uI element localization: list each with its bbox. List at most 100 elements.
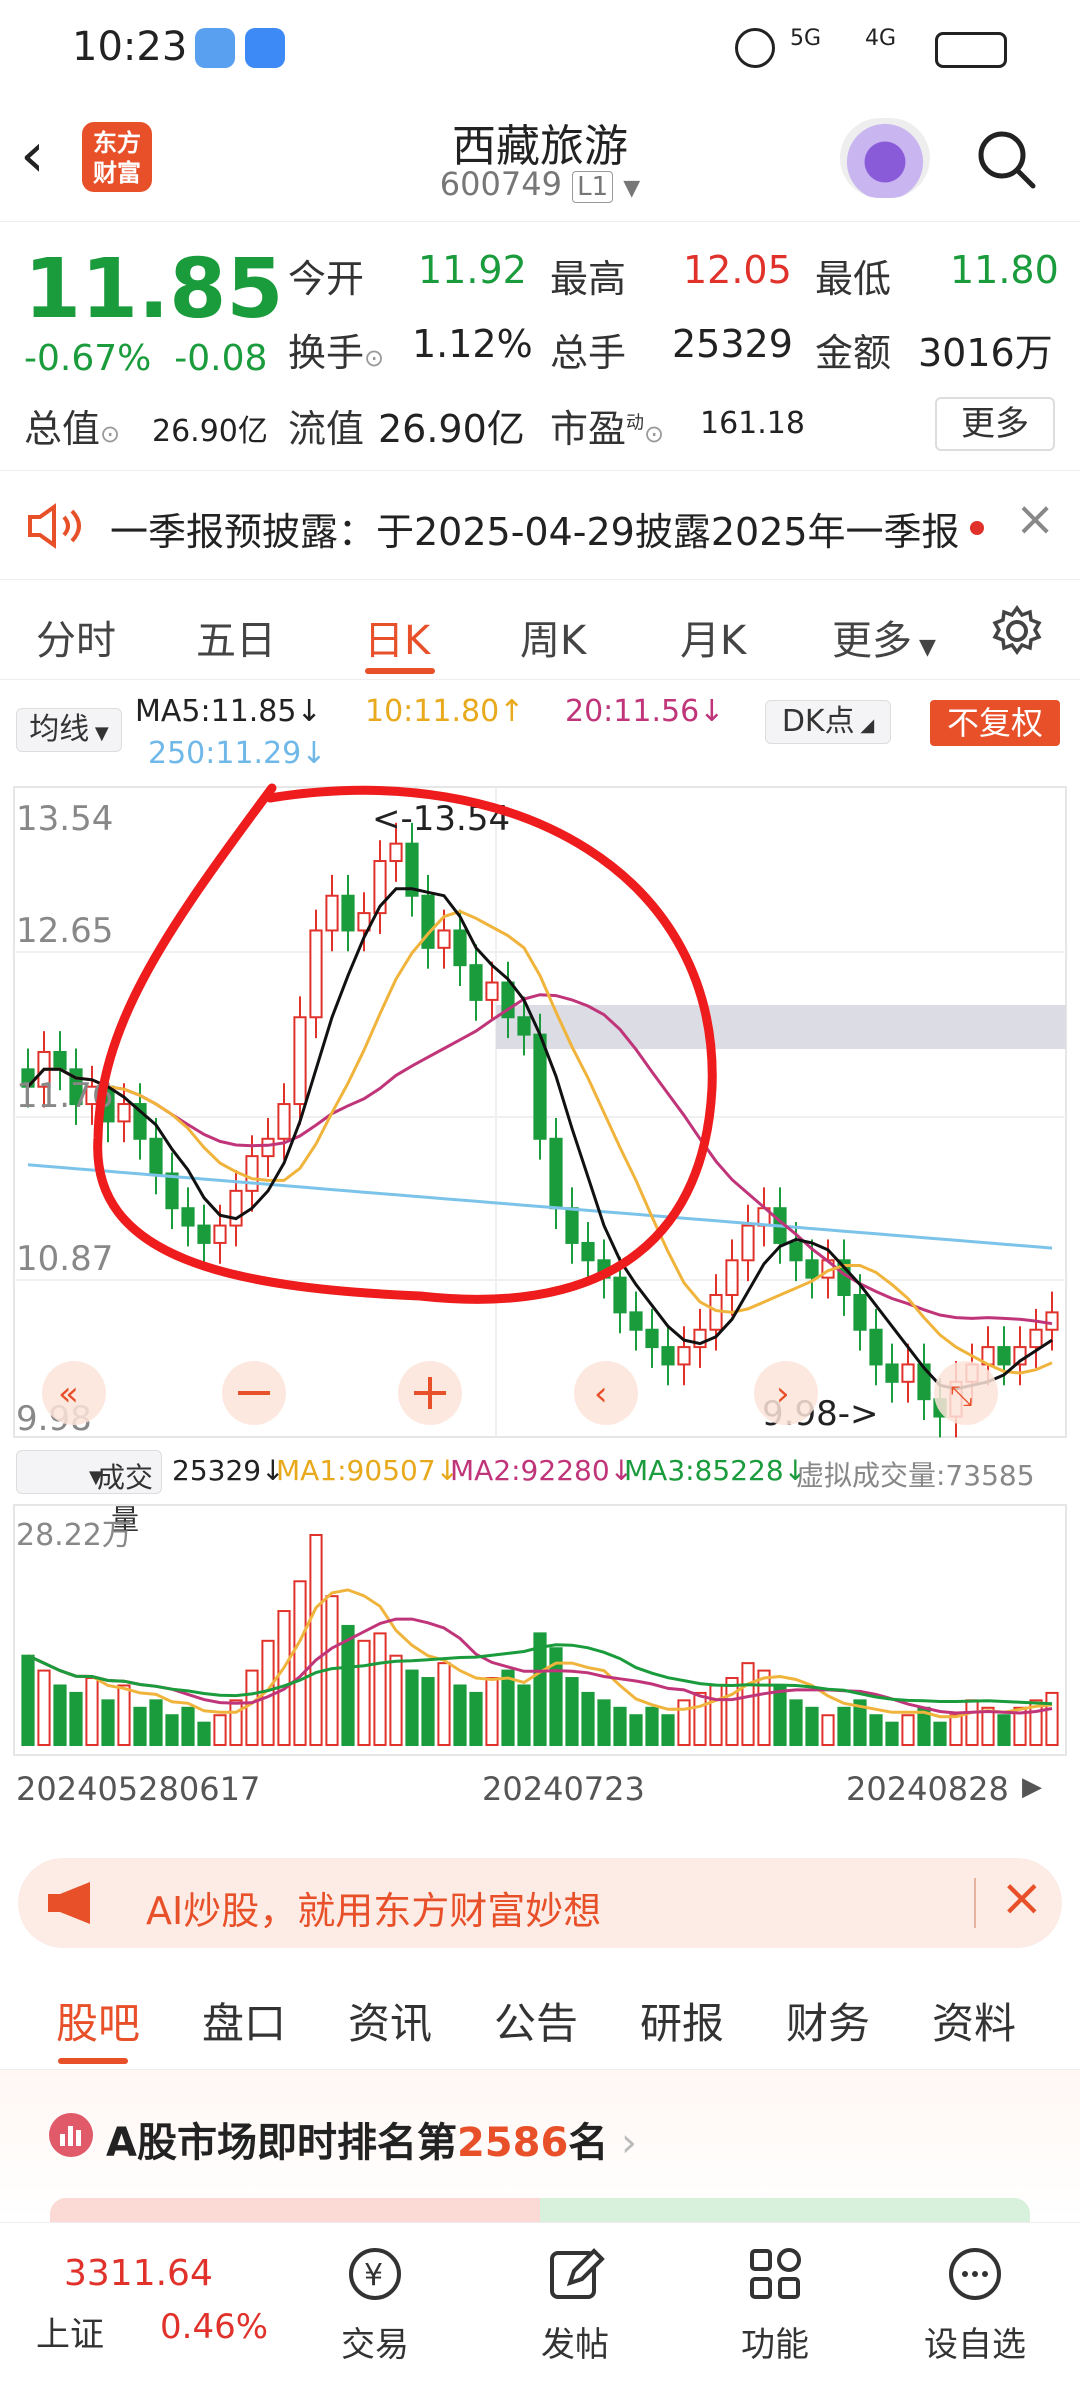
search-icon[interactable] [975,128,1037,190]
dk-point-selector[interactable]: DK点 ◢ [765,700,891,744]
scroll-right-arrow-icon[interactable]: ▶ [1022,1772,1042,1802]
market-rank[interactable]: A股市场即时排名第2586名 › [0,2070,1080,2228]
y-tick-2: 12.65 [16,911,113,951]
volume-bar [245,1669,259,1746]
active-tab-indicator [365,668,435,674]
volume-bar [69,1691,83,1747]
volume-bar [933,1721,947,1747]
svg-text:›: › [776,1374,790,1414]
volume-bar [981,1706,995,1746]
volume-bar [181,1706,195,1746]
candle [485,981,499,1001]
stock-header: ‹ 东方 财富 西藏旅游 600749 L1 ▼ [0,100,1080,222]
candle [389,842,403,863]
quote-panel: 11.85 -0.67% -0.08 今开 11.92 最高 12.05 最低 … [0,222,1080,462]
tab-monthly-k[interactable]: 月K [680,608,746,666]
close-banner-button[interactable]: × [1000,1868,1044,1928]
volume-bar [309,1534,323,1746]
candle [277,1103,291,1140]
volume-bar [997,1714,1011,1746]
candle [661,1346,675,1366]
volume-bar [821,1714,835,1746]
date-start: 20240528 [16,1770,179,1808]
tab-announcements[interactable]: 公告 [494,1990,578,2051]
turnover-value: 1.12% [412,322,533,366]
open-label: 今开 [288,257,365,301]
settings-gear-icon[interactable] [990,604,1044,658]
candle [341,894,355,932]
volume-bar [341,1624,355,1746]
ma5-value: MA5:11.85↓ [135,694,322,729]
volume-bar [629,1714,643,1746]
open-value: 11.92 [418,248,527,292]
bottom-nav: 3311.64 上证 0.46% ¥ 交易 发帖 功能 设自选 [0,2222,1080,2400]
candle [565,1207,579,1244]
volume-selector[interactable]: 成交量 ▼ [16,1450,162,1536]
more-quote-button[interactable]: 更多 [935,397,1055,451]
announcement-bar[interactable]: 一季报预披露：于2025-04-29披露2025年一季报 × [0,470,1080,580]
tab-intraday[interactable]: 分时 [36,608,116,666]
candle [549,1137,563,1210]
volume-bar [885,1721,899,1747]
tab-weekly-k[interactable]: 周K [520,608,586,666]
tab-research[interactable]: 研报 [640,1990,724,2051]
tab-finance[interactable]: 财务 [786,1990,870,2051]
volume-bar [789,1699,803,1746]
unread-dot [970,521,984,535]
volume-bar [405,1669,419,1746]
tab-five-day[interactable]: 五日 [196,608,276,666]
ma20-value: 20:11.56↓ [565,694,725,729]
volume-bar [757,1669,771,1746]
tab-pankou[interactable]: 盘口 [202,1990,286,2051]
volume-bar [437,1662,451,1746]
volume-max-label: 28.22万 [16,1518,132,1553]
nav-functions[interactable]: 功能 [710,2243,840,2366]
candle [901,1363,915,1383]
volume-bar [469,1691,483,1747]
nav-post[interactable]: 发帖 [510,2243,640,2366]
float-label: 流值 [288,407,365,451]
active-bottom-tab-indicator [58,2058,128,2064]
ma250-value: 250:11.29↓ [148,736,327,771]
volume-bar [901,1714,915,1746]
volume-bar [693,1691,707,1747]
tab-daily-k[interactable]: 日K [364,608,430,666]
adjust-mode-button[interactable]: 不复权 [930,700,1060,746]
signal-4g-icon: 4G [865,26,897,51]
nav-add-watchlist[interactable]: 设自选 [910,2243,1040,2366]
y-tick-4: 10.87 [16,1239,113,1279]
tab-more[interactable]: 更多 ▼ [832,608,936,666]
candle [853,1294,867,1331]
candle [645,1328,659,1349]
volume-bar [741,1662,755,1746]
volume-bar [229,1699,243,1746]
volume-bar [725,1677,739,1747]
volume-bar [709,1684,723,1747]
volume-bar [501,1669,515,1746]
volume-bar [773,1684,787,1747]
svg-text:⤡: ⤡ [950,1379,972,1412]
candle [229,1189,243,1227]
tab-news[interactable]: 资讯 [348,1990,432,2051]
indicator-selector[interactable]: 均线 ▼ [16,708,122,752]
tab-guba[interactable]: 股吧 [56,1990,140,2051]
ai-assistant-avatar[interactable] [840,118,930,198]
kline-svg: 13.54 12.65 11.76 10.87 9.98 <-13.54 9.9… [13,783,1067,1439]
candle [869,1328,883,1366]
close-announcement-button[interactable]: × [1015,491,1055,547]
svg-text:‹: ‹ [594,1374,608,1414]
megaphone-icon [48,1882,90,1924]
vol-ma3: MA3:85228↓ [624,1454,808,1487]
tab-profile[interactable]: 资料 [932,1990,1016,2051]
amount-value: 3016万 [918,331,1053,375]
volume-bar [149,1699,163,1746]
candle [149,1137,163,1175]
candle [245,1155,259,1192]
volume-chart[interactable]: 28.22万 [0,1500,1080,1760]
ai-banner[interactable]: AI炒股，就用东方财富妙想 × [18,1858,1062,1948]
index-value[interactable]: 3311.64 [64,2253,213,2294]
kline-chart[interactable]: 13.54 12.65 11.76 10.87 9.98 <-13.54 9.9… [0,780,1080,1450]
date-axis: 202405280617 [16,1770,260,1808]
rank-text: A股市场即时排名第2586名 › [106,2120,638,2166]
nav-trade[interactable]: ¥ 交易 [310,2243,440,2366]
